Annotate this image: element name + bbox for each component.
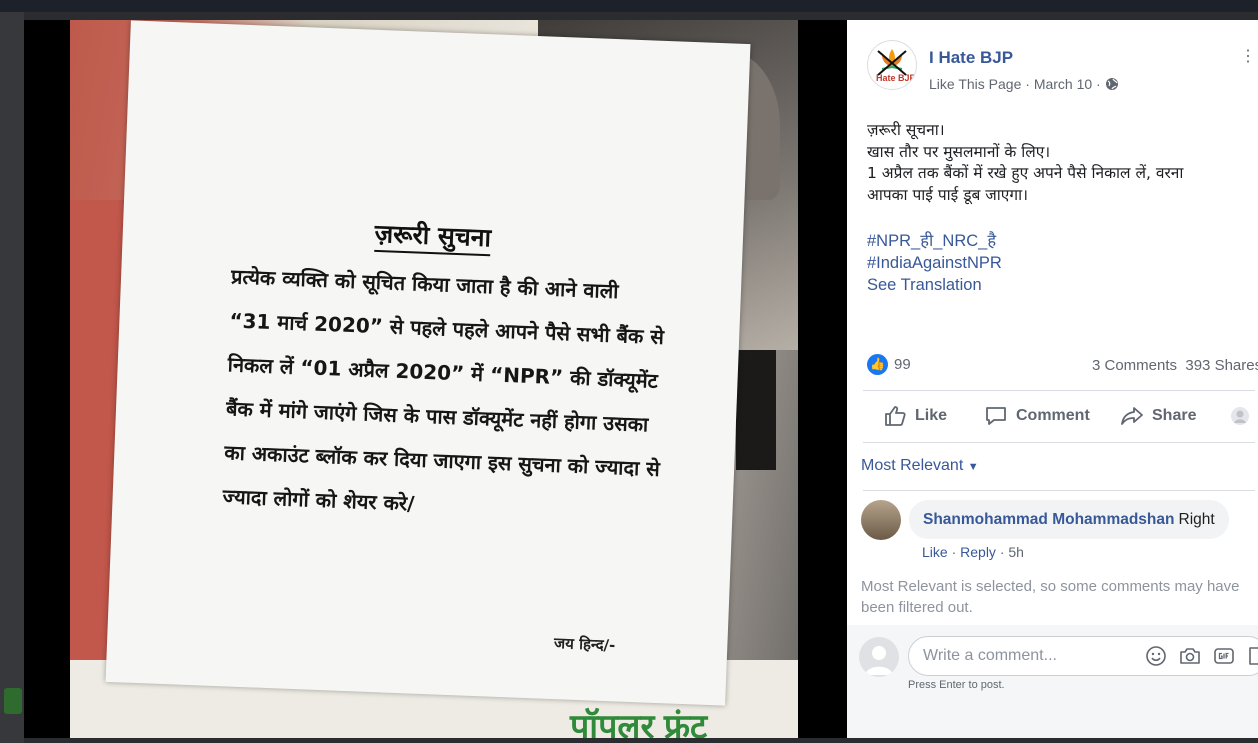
comment-author-link[interactable]: Shanmohammad Mohammadshan [923, 511, 1175, 528]
comment-sort-label: Most Relevant [861, 457, 964, 474]
more-options-icon[interactable]: ⋮ [1240, 46, 1256, 66]
divider [863, 442, 1255, 443]
speech-bubble-icon [984, 405, 1008, 427]
camera-icon[interactable] [1179, 645, 1201, 667]
commenter-avatar[interactable] [861, 500, 901, 540]
hashtag-link[interactable]: #NPR_ही_NRC_है [867, 230, 1002, 252]
comment-like-link[interactable]: Like [922, 544, 948, 560]
composer-avatar [859, 637, 899, 677]
post-photo[interactable]: पॉपलर फ्रंट ज़रूरी सुचना प्रत्येक व्यक्त… [70, 20, 798, 738]
post-date-link[interactable]: March 10 [1034, 76, 1092, 92]
globe-icon[interactable] [1105, 77, 1119, 94]
avatar-caption: Hate BJP [876, 73, 916, 83]
hashtag-link[interactable]: #IndiaAgainstNPR [867, 252, 1002, 274]
page-avatar[interactable]: Hate BJP [867, 40, 917, 90]
post-text-line: खास तौर पर मुसलमानों के लिए। [867, 142, 1051, 161]
notice-title: ज़रूरी सुचना [373, 218, 492, 257]
composer-icons [1145, 645, 1258, 667]
comment-time[interactable]: 5h [1008, 544, 1024, 560]
notice-paper: ज़रूरी सुचना प्रत्येक व्यक्ति को सूचित क… [105, 20, 751, 706]
like-button-label: Like [915, 407, 948, 424]
comment-reply-link[interactable]: Reply [960, 544, 996, 560]
post-text-line: आपका पाई पाई डूब जाएगा। [867, 185, 1028, 204]
like-reaction-icon[interactable]: 👍 [867, 354, 888, 375]
post-stats: 👍 99 3 Comments 393 Shares [867, 354, 1258, 376]
avatar-selector-icon [1230, 405, 1254, 427]
background-top-bar [0, 0, 1258, 12]
comment-text: Right [1178, 511, 1215, 528]
reaction-count[interactable]: 99 [894, 356, 911, 373]
like-button[interactable]: Like [883, 405, 947, 427]
photo-dark-panel [736, 350, 776, 470]
page-name-link[interactable]: I Hate BJP [929, 48, 1013, 68]
comment-actions: Like · Reply · 5h [922, 544, 1024, 560]
notice-body: प्रत्येक व्यक्ति को सूचित किया जाता है क… [222, 254, 724, 537]
comment-input-placeholder: Write a comment... [923, 647, 1057, 664]
comment-button[interactable]: Comment [984, 405, 1090, 427]
comment-button-label: Comment [1016, 407, 1090, 424]
comments-count-link[interactable]: 3 Comments [1092, 357, 1177, 374]
sticker-icon[interactable] [1247, 645, 1258, 667]
comment-sort-dropdown[interactable]: Most Relevant ▼ [861, 457, 979, 475]
meta-separator: · [1092, 76, 1105, 92]
post-meta: Like This Page · March 10 · [929, 76, 1119, 94]
thumbs-up-icon [883, 405, 907, 427]
post-text-line: ज़रूरी सूचना। [867, 121, 945, 139]
meta-separator: · [1021, 76, 1034, 92]
post-text: ज़रूरी सूचना। खास तौर पर मुसलमानों के लि… [867, 120, 1252, 206]
share-arrow-icon [1120, 405, 1144, 427]
caret-down-icon: ▼ [967, 461, 979, 473]
comment-input[interactable]: Write a comment... [908, 636, 1258, 676]
post-text-line: 1 अप्रैल तक बैंकों में रखे हुए अपने पैसे… [867, 164, 1184, 182]
gif-icon[interactable] [1213, 645, 1235, 667]
comment-bubble: Shanmohammad Mohammadshan Right [909, 500, 1229, 539]
like-page-link[interactable]: Like This Page [929, 76, 1021, 92]
background-green-button [4, 688, 22, 714]
audience-selector[interactable] [1230, 405, 1258, 427]
see-translation-link[interactable]: See Translation [867, 274, 1002, 296]
photo-bottom-banner-text: पॉपलर फ्रंट [570, 708, 708, 738]
photo-viewer[interactable]: पॉपलर फ्रंट ज़रूरी सुचना प्रत्येक व्यक्त… [24, 20, 847, 738]
divider [863, 490, 1255, 491]
post-side-panel: Hate BJP I Hate BJP Like This Page · Mar… [847, 20, 1258, 738]
emoji-icon[interactable] [1145, 645, 1167, 667]
shares-count-link[interactable]: 393 Shares [1185, 357, 1258, 374]
share-button-label: Share [1152, 407, 1197, 424]
share-button[interactable]: Share [1120, 405, 1196, 427]
press-enter-hint: Press Enter to post. [908, 679, 1005, 691]
divider [863, 390, 1255, 391]
filter-notice: Most Relevant is selected, so some comme… [861, 578, 1240, 616]
notice-signature: जय हिन्द/- [553, 634, 616, 655]
background-left-column [0, 12, 24, 743]
post-hashtags: #NPR_ही_NRC_है #IndiaAgainstNPR See Tran… [867, 230, 1002, 296]
